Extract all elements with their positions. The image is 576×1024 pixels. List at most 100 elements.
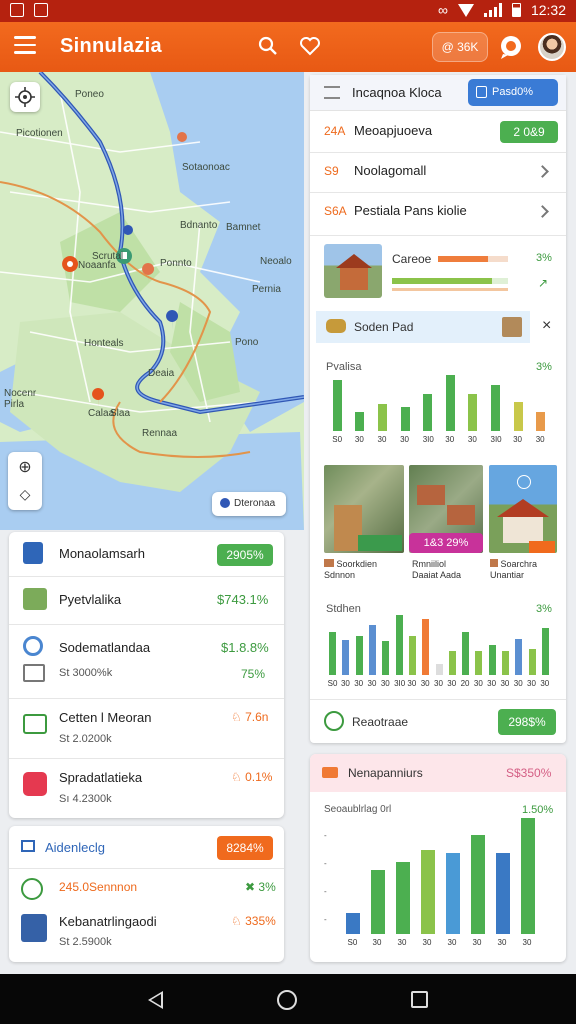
zoom-in-button[interactable]: ⊕ — [8, 456, 42, 480]
chart-bar — [355, 636, 363, 675]
chart-x-tick: 3I0 — [394, 679, 406, 688]
map-label: Picotionen — [16, 128, 63, 139]
chart-bar — [470, 835, 485, 934]
image-caption: Soorkdien Sdnnon — [324, 559, 378, 580]
list-item[interactable]: Sodematlandaa St 3000%k $1.8.8% 75% — [9, 626, 284, 694]
chart-x-tick: 30 — [500, 679, 510, 688]
house-outline-icon — [21, 840, 35, 852]
car-icon — [326, 319, 346, 333]
directions-chip-label: Dteronaa — [234, 498, 276, 509]
list-item[interactable]: 245.0Sennnon ✖ 3% — [9, 870, 284, 906]
chart-bar — [382, 640, 390, 675]
map-label: Sotaonoac — [182, 162, 230, 173]
promo-label: Soden Pad — [354, 320, 414, 334]
progress-bar-1 — [438, 256, 508, 262]
chart3-title: Seoaublrlag 0rl — [324, 804, 392, 815]
zoom-out-button[interactable]: ◇ — [8, 482, 42, 506]
status-bar: ∞ 12:32 — [0, 0, 576, 22]
list-item-label: Noolagomall — [354, 163, 427, 178]
chart3-x-axis: S0 30 30 30 30 30 30 30 — [340, 938, 540, 948]
chart-bar — [329, 632, 337, 675]
list-item[interactable]: 24A Meoapjuoeva 2 0&9 — [310, 113, 566, 151]
system-nav-bar — [0, 974, 576, 1024]
favorite-heart-icon[interactable] — [299, 36, 321, 56]
bookmark-icon — [23, 542, 43, 564]
chart2-title: Stdhen — [326, 603, 361, 615]
bar-chart-3 — [340, 818, 540, 934]
row-value: ✖ 3% — [245, 880, 276, 894]
chart-x-tick: 3I0 — [490, 435, 502, 444]
row-sub: Sı 4.2300k — [59, 793, 112, 805]
chart-bar — [355, 411, 365, 431]
list-item[interactable]: Pyetvlalika $743.1% — [9, 578, 284, 620]
map-label: Slaa — [110, 408, 131, 419]
menu-icon[interactable] — [14, 36, 36, 54]
chart1-value: 3% — [536, 361, 552, 373]
gallery-icon — [10, 3, 24, 17]
back-button[interactable] — [148, 991, 163, 1009]
chart-bar — [332, 379, 342, 431]
map-view[interactable]: Poneo Picotionen Sotaonoac Bdnanto Bamne… — [0, 72, 304, 530]
list-item[interactable]: Spradatlatieka Sı 4.2300k ♘ 0.1% — [9, 760, 284, 816]
chart-bar — [448, 651, 456, 675]
alarm-icon: ∞ — [437, 2, 448, 18]
chart-bar — [342, 639, 350, 675]
chart-bar — [370, 870, 385, 934]
chart-bar — [513, 401, 523, 431]
progress-pct: 3% — [536, 252, 552, 264]
panel-header: Incaqnoa Kloca Pasd0% — [310, 75, 566, 111]
panel-header-button[interactable]: Pasd0% — [468, 79, 558, 106]
list-item[interactable]: Cetten l Meoran St 2.0200k ♘ 7.6n — [9, 700, 284, 756]
chart1-x-axis: S0 30 30 30 3I0 30 30 3I0 30 30 — [326, 435, 552, 445]
list-icon — [324, 86, 340, 99]
image-card[interactable]: 1&3 29% — [409, 465, 483, 553]
list-item-number: S9 — [324, 164, 339, 178]
footer-badge[interactable]: 298$% — [498, 709, 556, 735]
card-badge: 8284% — [217, 836, 273, 860]
home-button[interactable] — [277, 990, 297, 1010]
list-item[interactable]: S6A Pestiala Pans kiolie — [310, 193, 566, 231]
chart-x-tick: 30 — [522, 938, 532, 947]
search-icon[interactable] — [258, 36, 278, 56]
chat-icon[interactable] — [498, 34, 524, 60]
stats-pill-button[interactable]: @ 36K — [432, 32, 488, 62]
bar-chart-2 — [326, 615, 552, 675]
progress-label: Careoe — [392, 252, 432, 266]
avatar[interactable] — [538, 33, 566, 61]
row-sub: St 2.5900k — [59, 936, 112, 948]
chart2-x-axis: S0 30 30 30 30 3I0 30 30 30 30 20 30 30 30 30 30 30 — [326, 679, 552, 689]
summary-card: Monaolamsarh 2905% Pyetvlalika $743.1% S… — [9, 532, 284, 818]
chart-x-tick: 30 — [397, 938, 407, 947]
chart-x-tick: 30 — [527, 679, 536, 688]
panel-title: Incaqnoa Kloca — [352, 85, 442, 100]
secondary-card: Aidenleclg 8284% 245.0Sennnon ✖ 3% Keban… — [9, 826, 284, 962]
chart-bar — [345, 913, 360, 934]
directions-chip[interactable]: Dteronaa — [212, 492, 286, 516]
image-card[interactable] — [489, 465, 557, 553]
chart-x-tick: 30 — [380, 679, 390, 688]
promo-banner[interactable]: Soden Pad — [316, 311, 530, 343]
close-icon[interactable]: × — [542, 317, 551, 335]
progress-card: Careoe 3% ↗ — [310, 236, 566, 306]
chart-x-tick: 30 — [434, 679, 443, 688]
chart-bar — [420, 850, 435, 934]
chart1-title: Pvalisa — [326, 361, 362, 373]
recents-button[interactable] — [411, 991, 428, 1008]
map-controls: ⊕ ◇ — [8, 452, 42, 510]
list-item[interactable]: Monaolamsarh 2905% — [9, 532, 284, 574]
bar-chart-1 — [326, 375, 552, 431]
chart-x-tick: 30 — [367, 679, 377, 688]
list-item[interactable]: Kebanatrlingaodi St 2.5900k ♘ 335% — [9, 906, 284, 960]
image-card[interactable] — [324, 465, 404, 553]
chart-x-tick: 30 — [447, 938, 457, 947]
row-sub: St 3000%k — [59, 667, 113, 679]
row-title: Cetten l Meoran — [59, 710, 152, 725]
chart-bar — [395, 615, 403, 675]
chart-x-tick: S0 — [347, 938, 358, 947]
locate-button[interactable] — [10, 82, 40, 112]
list-item[interactable]: S9 Noolagomall — [310, 153, 566, 191]
card-title: Aidenleclg — [45, 840, 105, 855]
chart-x-tick: 30 — [340, 679, 350, 688]
row-value: $1.8.8% — [221, 640, 269, 655]
chart-bar — [520, 818, 535, 934]
